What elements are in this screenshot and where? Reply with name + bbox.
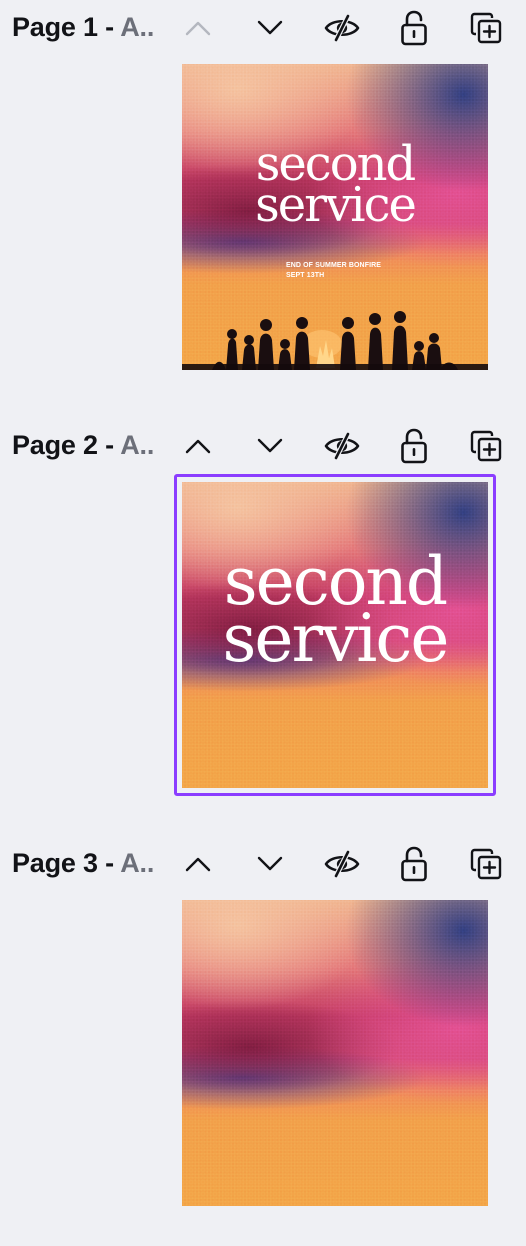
page-title-text: Page 2 -: [12, 430, 121, 460]
move-page-up-button: [178, 8, 218, 48]
chevron-down-icon: [257, 20, 283, 35]
move-page-up-button[interactable]: [178, 426, 218, 466]
chevron-down-icon: [257, 856, 283, 871]
page-3-thumbnail: [182, 900, 488, 1206]
unlock-icon: [401, 428, 427, 464]
eye-slash-icon: [324, 14, 360, 42]
page-1-header: Page 1 - A..: [0, 0, 526, 60]
bonfire-silhouettes-image: [182, 311, 488, 370]
page-2-thumbnail-frame-selected[interactable]: second service: [174, 474, 496, 796]
duplicate-page-button[interactable]: [466, 844, 506, 884]
eye-slash-icon: [324, 850, 360, 878]
move-page-down-button[interactable]: [250, 844, 290, 884]
headline-line-2: service: [255, 177, 417, 234]
page-1-thumbnail-frame[interactable]: second service END OF SUMMER BONFIRE SEP…: [174, 56, 496, 378]
hide-page-button[interactable]: [322, 844, 362, 884]
page-2-thumbnail: second service: [182, 482, 488, 788]
duplicate-page-button[interactable]: [466, 8, 506, 48]
event-date: SEPT 13TH: [286, 272, 325, 279]
page-1-thumbnail: second service END OF SUMMER BONFIRE SEP…: [182, 64, 488, 370]
chevron-up-icon: [185, 21, 211, 36]
page-title-truncated: A..: [120, 430, 155, 460]
lock-page-button[interactable]: [394, 8, 434, 48]
hide-page-button[interactable]: [322, 426, 362, 466]
page-title-truncated: A..: [120, 848, 155, 878]
eye-slash-icon: [324, 432, 360, 460]
chevron-up-icon: [185, 857, 211, 872]
duplicate-page-button[interactable]: [466, 426, 506, 466]
grain-texture: [182, 900, 488, 1206]
hide-page-button[interactable]: [322, 8, 362, 48]
unlock-icon: [401, 10, 427, 46]
chevron-up-icon: [185, 439, 211, 454]
page-1-event-text: END OF SUMMER BONFIRE SEPT 13TH: [286, 261, 381, 281]
page-title-truncated: A..: [120, 12, 155, 42]
page-title-text: Page 3 -: [12, 848, 121, 878]
page-3-thumbnail-frame[interactable]: [174, 892, 496, 1214]
page-2-header: Page 2 - A..: [0, 418, 526, 478]
move-page-up-button[interactable]: [178, 844, 218, 884]
lock-page-button[interactable]: [394, 844, 434, 884]
page-title-text: Page 1 -: [12, 12, 121, 42]
page-1-headline: second service: [182, 140, 488, 234]
duplicate-icon: [470, 430, 502, 462]
headline-line-2: service: [222, 599, 450, 677]
event-name: END OF SUMMER BONFIRE: [286, 262, 382, 269]
page-1-title[interactable]: Page 1 - A..: [12, 12, 154, 43]
move-page-down-button[interactable]: [250, 8, 290, 48]
page-3-header: Page 3 - A..: [0, 836, 526, 896]
unlock-icon: [401, 846, 427, 882]
page-2-title[interactable]: Page 2 - A..: [12, 430, 154, 461]
page-3-title[interactable]: Page 3 - A..: [12, 848, 154, 879]
duplicate-icon: [470, 12, 502, 44]
duplicate-icon: [470, 848, 502, 880]
chevron-down-icon: [257, 438, 283, 453]
lock-page-button[interactable]: [394, 426, 434, 466]
page-2-headline: second service: [182, 549, 488, 677]
move-page-down-button[interactable]: [250, 426, 290, 466]
